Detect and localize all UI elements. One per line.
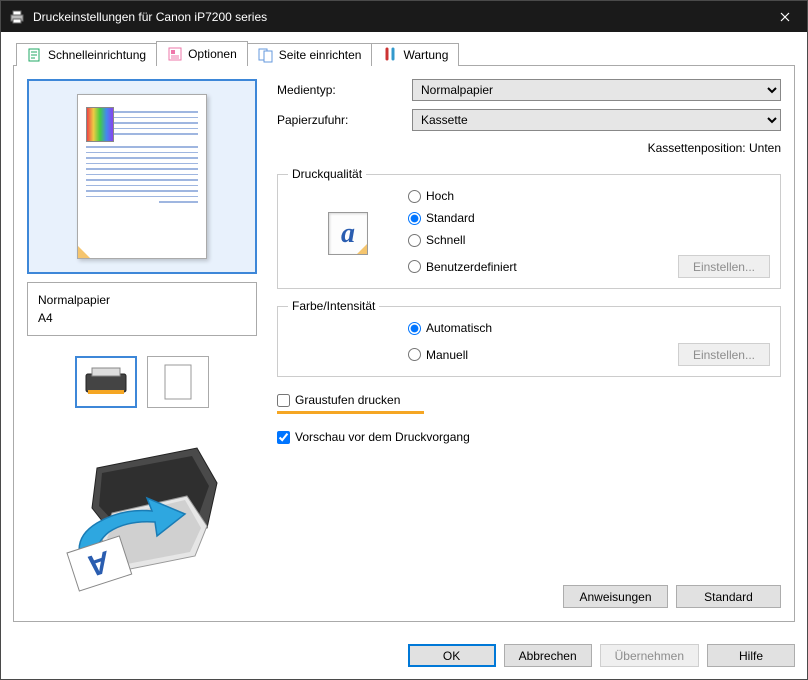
quality-fast-radio[interactable] xyxy=(408,234,421,247)
highlight-indicator xyxy=(277,411,424,414)
maintenance-icon xyxy=(382,47,398,63)
window-title: Druckeinstellungen für Canon iP7200 seri… xyxy=(33,10,762,24)
quality-fast-label[interactable]: Schnell xyxy=(426,233,465,247)
grayscale-label[interactable]: Graustufen drucken xyxy=(295,393,400,407)
quality-preview-icon: a xyxy=(288,212,408,255)
ok-button[interactable]: OK xyxy=(408,644,496,667)
quality-custom-radio[interactable] xyxy=(408,260,421,273)
settings-column: Medientyp: Normalpapier Papierzufuhr: Ka… xyxy=(277,79,781,608)
page-preview xyxy=(27,79,257,274)
preview-info: Normalpapier A4 xyxy=(27,282,257,336)
paper-source-label: Papierzufuhr: xyxy=(277,113,412,127)
help-button[interactable]: Hilfe xyxy=(707,644,795,667)
tab-options[interactable]: Optionen xyxy=(156,41,248,66)
tab-label: Optionen xyxy=(188,47,237,61)
media-type-select[interactable]: Normalpapier xyxy=(412,79,781,101)
media-type-label: Medientyp: xyxy=(277,83,412,97)
tab-label: Wartung xyxy=(403,48,448,62)
color-set-button[interactable]: Einstellen... xyxy=(678,343,770,366)
tab-label: Seite einrichten xyxy=(279,48,362,62)
grayscale-row: Graustufen drucken xyxy=(277,393,781,407)
paper-source-select[interactable]: Kassette xyxy=(412,109,781,131)
titlebar: Druckeinstellungen für Canon iP7200 seri… xyxy=(1,1,807,32)
options-icon xyxy=(167,46,183,62)
color-fieldset: Farbe/Intensität Automatisch Manuell Ein… xyxy=(277,299,781,377)
media-type-row: Medientyp: Normalpapier xyxy=(277,79,781,101)
dialog-body: Schnelleinrichtung Optionen Seite einric… xyxy=(1,32,807,634)
tab-maintenance[interactable]: Wartung xyxy=(371,43,459,66)
color-legend: Farbe/Intensität xyxy=(288,299,379,313)
tab-quick-setup[interactable]: Schnelleinrichtung xyxy=(16,43,157,66)
grayscale-checkbox[interactable] xyxy=(277,394,290,407)
tab-page-setup[interactable]: Seite einrichten xyxy=(247,43,373,66)
window-root: Druckeinstellungen für Canon iP7200 seri… xyxy=(0,0,808,680)
preview-column: Normalpapier A4 xyxy=(27,79,257,608)
page-icon xyxy=(77,94,207,259)
defaults-button[interactable]: Standard xyxy=(676,585,781,608)
preview-print-row: Vorschau vor dem Druckvorgang xyxy=(277,430,781,444)
color-auto-radio[interactable] xyxy=(408,322,421,335)
preview-print-checkbox[interactable] xyxy=(277,431,290,444)
device-thumbnails xyxy=(27,356,257,408)
instructions-button[interactable]: Anweisungen xyxy=(563,585,668,608)
quicksetup-icon xyxy=(27,47,43,63)
preview-paper-size: A4 xyxy=(38,309,246,327)
dialog-footer: OK Abbrechen Übernehmen Hilfe xyxy=(1,634,807,679)
color-manual-label[interactable]: Manuell xyxy=(426,348,468,362)
printer-icon xyxy=(9,9,25,25)
cancel-button[interactable]: Abbrechen xyxy=(504,644,592,667)
quality-high-label[interactable]: Hoch xyxy=(426,189,454,203)
preview-print-label[interactable]: Vorschau vor dem Druckvorgang xyxy=(295,430,470,444)
quality-standard-label[interactable]: Standard xyxy=(426,211,475,225)
device-thumb-page[interactable] xyxy=(147,356,209,408)
apply-button[interactable]: Übernehmen xyxy=(600,644,699,667)
quality-high-radio[interactable] xyxy=(408,190,421,203)
pagesetup-icon xyxy=(258,47,274,63)
preview-media-name: Normalpapier xyxy=(38,291,246,309)
quality-fieldset: Druckqualität a Hoch Standard Schnell xyxy=(277,167,781,289)
color-auto-label[interactable]: Automatisch xyxy=(426,321,492,335)
device-illustration: A xyxy=(27,408,257,608)
tab-row: Schnelleinrichtung Optionen Seite einric… xyxy=(16,42,795,66)
cassette-position-hint: Kassettenposition: Unten xyxy=(277,141,781,155)
content-frame: Normalpapier A4 xyxy=(13,65,795,622)
quality-standard-radio[interactable] xyxy=(408,212,421,225)
quality-set-button[interactable]: Einstellen... xyxy=(678,255,770,278)
paper-source-row: Papierzufuhr: Kassette xyxy=(277,109,781,131)
color-manual-radio[interactable] xyxy=(408,348,421,361)
quality-legend: Druckqualität xyxy=(288,167,366,181)
device-thumb-printer[interactable] xyxy=(75,356,137,408)
inside-button-row: Anweisungen Standard xyxy=(277,585,781,608)
tab-label: Schnelleinrichtung xyxy=(48,48,146,62)
quality-custom-label[interactable]: Benutzerdefiniert xyxy=(426,260,517,274)
close-button[interactable] xyxy=(762,1,807,32)
